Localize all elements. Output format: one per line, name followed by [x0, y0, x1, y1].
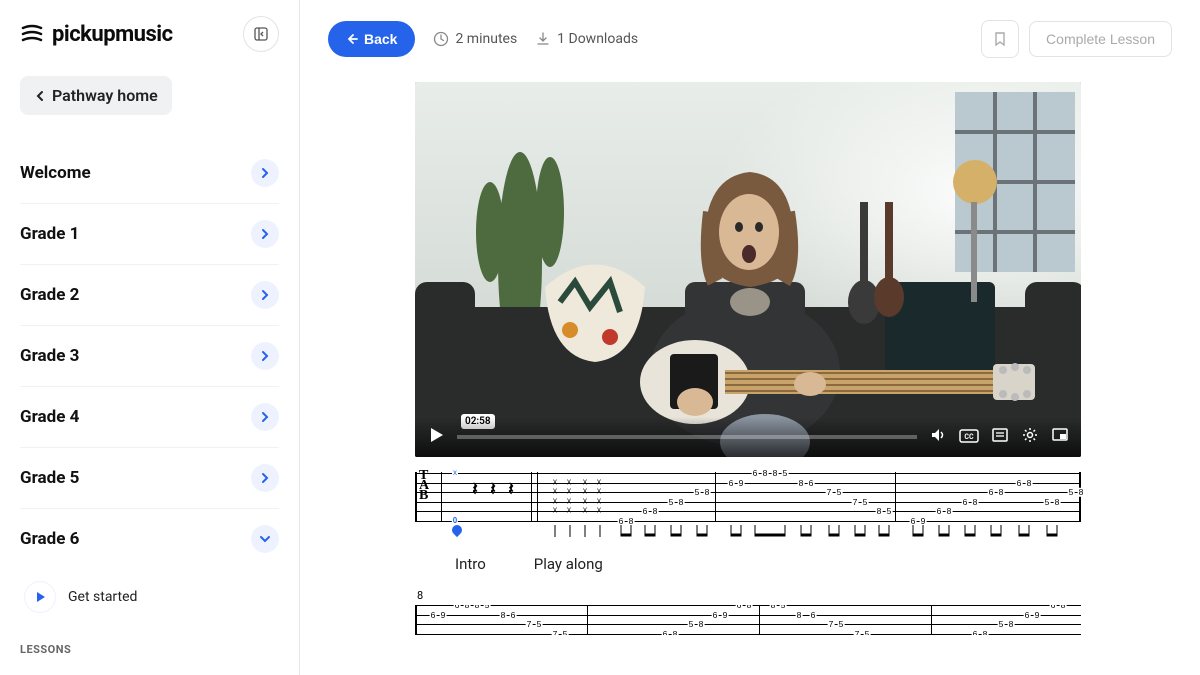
transcript-button[interactable]: [991, 426, 1009, 448]
logo-icon: [20, 22, 44, 46]
chevron-right-icon: [251, 464, 279, 492]
downloads-meta[interactable]: 1 Downloads: [535, 31, 638, 47]
beam-marks: [415, 525, 1081, 545]
volume-button[interactable]: [929, 426, 947, 448]
sidebar-subitem-get-started[interactable]: Get started: [20, 569, 279, 625]
pip-button[interactable]: [1051, 426, 1069, 448]
pathway-home-button[interactable]: Pathway home: [20, 76, 172, 115]
panel-collapse-icon: [253, 26, 269, 42]
sidebar-item-grade-6[interactable]: Grade 6: [20, 509, 279, 569]
tab-line-2: 8 69 6885 86 75: [415, 605, 1081, 635]
sidebar-item-grade-3[interactable]: Grade 3: [20, 326, 279, 387]
bookmark-icon: [992, 31, 1008, 47]
tab-caption-intro: Intro: [455, 555, 486, 573]
sidebar-item-welcome[interactable]: Welcome: [20, 143, 279, 204]
chevron-down-icon: [251, 525, 279, 553]
settings-button[interactable]: [1021, 426, 1039, 448]
lessons-header: LESSONS: [20, 643, 279, 656]
sub-item-label: Get started: [68, 589, 137, 605]
back-button[interactable]: Back: [328, 21, 415, 57]
video-player[interactable]: 02:58 CC: [415, 82, 1081, 457]
sidebar: pickupmusic Pathway home Welcome Grade 1…: [0, 0, 300, 675]
play-icon: [24, 581, 56, 613]
logo[interactable]: pickupmusic: [20, 22, 173, 47]
nav-label: Grade 3: [20, 346, 79, 366]
nav-label: Grade 1: [20, 224, 79, 244]
sidebar-item-grade-1[interactable]: Grade 1: [20, 204, 279, 265]
captions-button[interactable]: CC: [959, 428, 979, 447]
sidebar-item-grade-2[interactable]: Grade 2: [20, 265, 279, 326]
chevron-right-icon: [251, 220, 279, 248]
chevron-right-icon: [251, 281, 279, 309]
lesson-item[interactable]: Pentatonic – Up minor, down major, back …: [20, 666, 279, 675]
tab-line-1: TAB x 0 𝄽 𝄽: [415, 473, 1081, 521]
sidebar-item-grade-4[interactable]: Grade 4: [20, 387, 279, 448]
video-controls: CC: [415, 417, 1081, 457]
bookmark-button[interactable]: [981, 20, 1019, 58]
duration-text: 2 minutes: [455, 31, 517, 47]
chevron-left-icon: [34, 90, 46, 102]
topbar: Back 2 minutes 1 Downloads Complete Less…: [328, 20, 1172, 58]
chevron-right-icon: [251, 342, 279, 370]
chevron-right-icon: [251, 403, 279, 431]
main-content: Back 2 minutes 1 Downloads Complete Less…: [300, 0, 1200, 675]
clock-icon: [433, 31, 449, 47]
nav-label: Grade 2: [20, 285, 79, 305]
back-label: Back: [364, 31, 397, 47]
chevron-right-icon: [251, 159, 279, 187]
video-play-button[interactable]: [427, 426, 445, 448]
nav-label: Grade 5: [20, 468, 79, 488]
svg-text:CC: CC: [964, 433, 974, 441]
sidebar-item-grade-5[interactable]: Grade 5: [20, 448, 279, 509]
tab-notation: TAB x 0 𝄽 𝄽: [415, 473, 1085, 635]
measure-number: 8: [417, 589, 423, 602]
pathway-home-label: Pathway home: [52, 86, 158, 105]
arrow-left-icon: [346, 33, 358, 45]
logo-text: pickupmusic: [52, 22, 173, 47]
complete-lesson-button[interactable]: Complete Lesson: [1029, 21, 1172, 57]
nav-label: Grade 4: [20, 407, 79, 427]
nav-label: Welcome: [20, 163, 91, 183]
duration-meta: 2 minutes: [433, 31, 517, 47]
video-progress-bar[interactable]: [457, 435, 917, 439]
nav-label: Grade 6: [20, 529, 79, 549]
download-icon: [535, 31, 551, 47]
video-thumbnail: [415, 82, 1081, 457]
tab-caption-playalong: Play along: [534, 555, 603, 573]
downloads-text: 1 Downloads: [557, 31, 638, 47]
collapse-sidebar-button[interactable]: [243, 16, 279, 52]
